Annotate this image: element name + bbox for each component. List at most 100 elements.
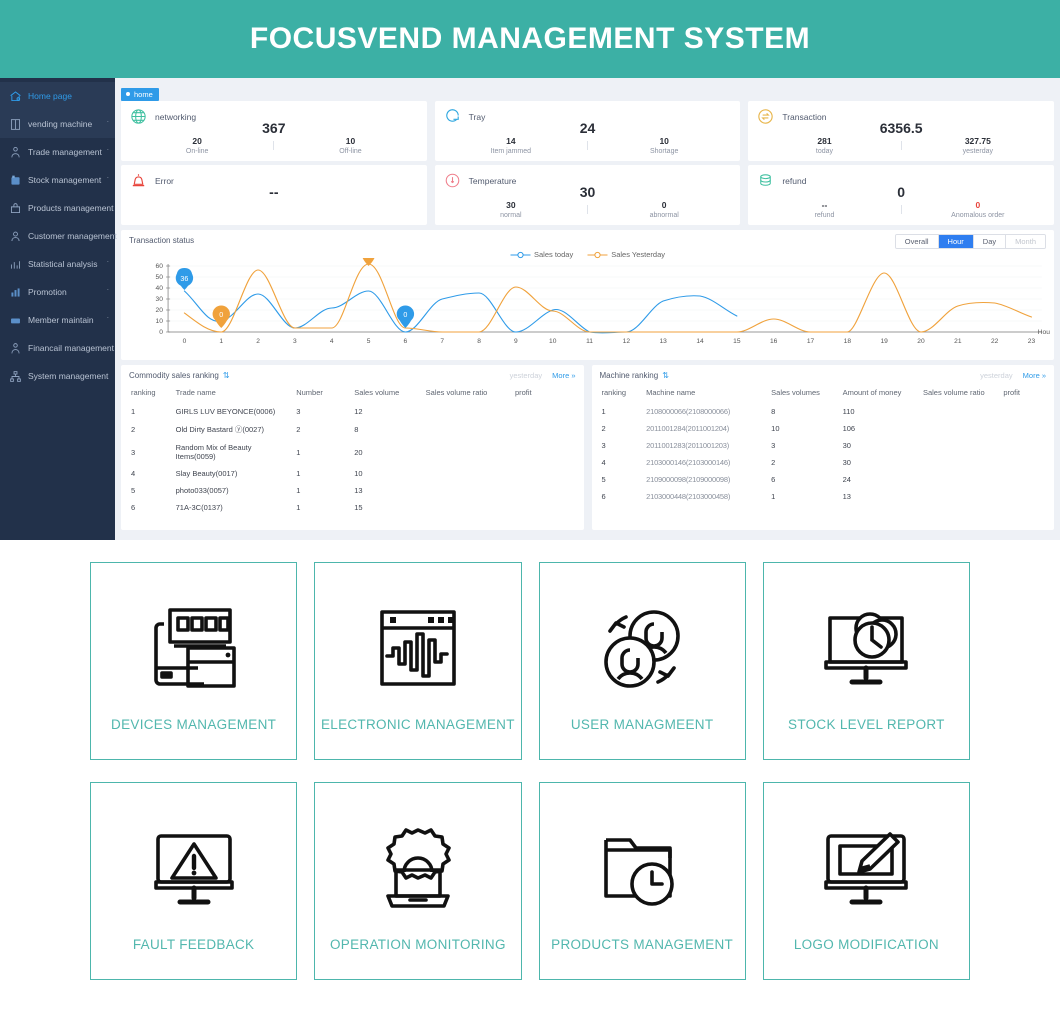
range-tab-hour[interactable]: Hour <box>938 235 974 248</box>
stat-card-tray[interactable]: Tray 24 14 Item jammed 10 Shortage <box>434 101 741 161</box>
cell-profit <box>1001 471 1046 488</box>
cell-ranking: 4 <box>601 458 606 467</box>
stat-right-label: Anomalous order <box>951 212 1005 219</box>
commodity-more-link[interactable]: More » <box>552 371 575 380</box>
svg-text:21: 21 <box>954 338 962 345</box>
svg-text:18: 18 <box>844 338 852 345</box>
sidebar-item-label: Promotion <box>28 287 67 297</box>
page-title: FOCUSVEND MANAGEMENT SYSTEM <box>249 22 811 55</box>
stat-right-label: yesterday <box>962 148 993 155</box>
cell-ranking: 1 <box>131 407 136 416</box>
cell-ranking: 2 <box>601 424 606 433</box>
cell-machine-name: 2103000146(2103000146) <box>646 458 731 467</box>
stat-value-main: -- <box>269 184 279 200</box>
feature-label: LOGO MODIFICATION <box>793 936 939 952</box>
sidebar-item-member-maintain[interactable]: Member maintain ˇ <box>0 306 115 334</box>
cell-ratio <box>424 403 513 420</box>
range-tab-overall[interactable]: Overall <box>895 235 939 248</box>
feature-card-products-management[interactable]: PRODUCTS MANAGEMENT <box>538 782 746 980</box>
cell-trade-name: 71A-3C(0137) <box>175 503 223 512</box>
sort-icon[interactable]: ⇅ <box>662 371 669 380</box>
svg-text:6: 6 <box>404 338 408 345</box>
stat-right-value: 0 <box>661 200 667 210</box>
stat-card-networking[interactable]: networking 367 20 On-line 10 Off-line <box>121 101 427 161</box>
cell-profit <box>513 465 576 482</box>
feature-card-operation-monitoring[interactable]: OPERATION MONITORING <box>314 782 522 980</box>
stat-left-value: 14 <box>506 136 516 146</box>
table-row: 4 2103000146(2103000146) 2 30 <box>600 454 1047 471</box>
feature-card-stock-level-report[interactable]: STOCK LEVEL REPORT <box>762 562 970 760</box>
chevron-down-icon: ˇ <box>106 260 109 268</box>
sidebar-item-home-page[interactable]: Home page <box>0 82 115 110</box>
sidebar-item-label: Stock management <box>28 175 102 185</box>
cell-trade-name: photo033(0057) <box>175 486 229 495</box>
sort-icon[interactable]: ⇅ <box>223 371 230 380</box>
cell-sales-volumes: 8 <box>771 407 776 416</box>
svg-text:4: 4 <box>330 338 334 345</box>
sidebar-item-promotion[interactable]: Promotion ˇ <box>0 278 115 306</box>
stat-left-label: today <box>815 148 834 155</box>
monitor-warning-icon <box>142 811 246 929</box>
svg-text:0: 0 <box>403 311 407 319</box>
feature-label: ELECTRONIC MANAGEMENT <box>320 716 515 732</box>
svg-text:5: 5 <box>367 338 371 345</box>
sidebar-item-products-management[interactable]: Products management <box>0 194 115 222</box>
cell-ranking: 6 <box>131 503 136 512</box>
monitor-brush-icon <box>814 811 918 929</box>
stat-left-value: -- <box>821 200 828 210</box>
feature-card-devices-management[interactable]: DEVICES MANAGEMENT <box>90 562 298 760</box>
commodity-sales-ranking-panel: Commodity sales ranking ⇅ yesterday More… <box>121 365 584 530</box>
chevron-down-icon: ˇ <box>106 288 109 296</box>
sidebar-item-statistical-analysis[interactable]: Statistical analysis ˇ <box>0 250 115 278</box>
sidebar-item-label: Statistical analysis <box>28 259 98 269</box>
cell-ratio <box>921 437 1001 454</box>
sidebar-item-stock-management[interactable]: Stock management ˇ <box>0 166 115 194</box>
stat-value-main: 367 <box>262 120 286 136</box>
cell-profit <box>1001 437 1046 454</box>
svg-text:50: 50 <box>156 274 164 281</box>
cell-machine-name: 2109000098(2109000098) <box>646 475 731 484</box>
stat-left-label: refund <box>814 212 835 219</box>
stat-card-temperature[interactable]: Temperature 30 30 normal 0 abnormal <box>434 165 741 225</box>
cell-sales-volume: 15 <box>354 503 363 512</box>
feature-card-fault-feedback[interactable]: FAULT FEEDBACK <box>90 782 298 980</box>
users-sync-icon <box>590 591 694 709</box>
chart-canvas: 605040 302010 0 012 345 678 9 10 11 12 13 14 <box>156 258 1051 345</box>
sidebar-item-system-management[interactable]: System management <box>0 362 115 390</box>
svg-text:15: 15 <box>733 338 741 345</box>
tab-home[interactable]: home <box>121 87 159 101</box>
chart-marker-yesterday-5: 59.75 <box>362 258 375 266</box>
chevron-down-icon: ˇ <box>106 316 109 324</box>
cell-sales-volume: 12 <box>354 407 363 416</box>
sidebar-item-trade-management[interactable]: Trade management ˇ <box>0 138 115 166</box>
commodity-sales-table: ranking Trade name Number Sales volume S… <box>129 385 576 516</box>
stat-card-transaction[interactable]: Transaction 6356.5 281 today 327.75 yester… <box>748 101 1054 161</box>
stat-right-label: Off-line <box>339 148 362 155</box>
tab-bar: home <box>121 83 1054 101</box>
feature-card-electronic-management[interactable]: ELECTRONIC MANAGEMENT <box>314 562 522 760</box>
cell-ratio <box>424 465 513 482</box>
range-tab-month[interactable]: Month <box>1006 235 1045 248</box>
stat-card-error[interactable]: Error -- <box>121 165 427 225</box>
cell-sales-volumes: 2 <box>771 458 776 467</box>
gear-laptop-icon <box>366 811 470 929</box>
machine-ranking-table: ranking Machine name Sales volumes Amoun… <box>600 385 1047 505</box>
cell-trade-name: Slay Beauty(0017) <box>175 469 238 478</box>
x-axis-unit-label: Hou <box>1038 329 1051 336</box>
sidebar-item-vending-machine[interactable]: vending machine ˇ <box>0 110 115 138</box>
svg-text:23: 23 <box>1028 338 1036 345</box>
sidebar-item-customer-management[interactable]: Customer management <box>0 222 117 250</box>
stat-card-refund[interactable]: refund 0 -- refund 0 Anomalous order <box>748 165 1054 225</box>
stat-left-label: Item jammed <box>490 148 532 155</box>
cell-amount: 30 <box>842 458 851 467</box>
cell-sales-volumes: 10 <box>771 424 780 433</box>
machine-more-link[interactable]: More » <box>1023 371 1046 380</box>
feature-card-logo-modification[interactable]: LOGO MODIFICATION <box>762 782 970 980</box>
feature-card-user-managmeent[interactable]: USER MANAGMEENT <box>538 562 746 760</box>
range-tab-day[interactable]: Day <box>973 235 1007 248</box>
tab-home-label: home <box>134 89 153 99</box>
machine-icon <box>8 117 22 131</box>
sidebar-item-financail-management[interactable]: Financail management <box>0 334 115 362</box>
feature-row-1: DEVICES MANAGEMENT ELECTRONIC MANAGEMENT <box>90 562 970 760</box>
cell-sales-volume: 20 <box>354 447 363 457</box>
